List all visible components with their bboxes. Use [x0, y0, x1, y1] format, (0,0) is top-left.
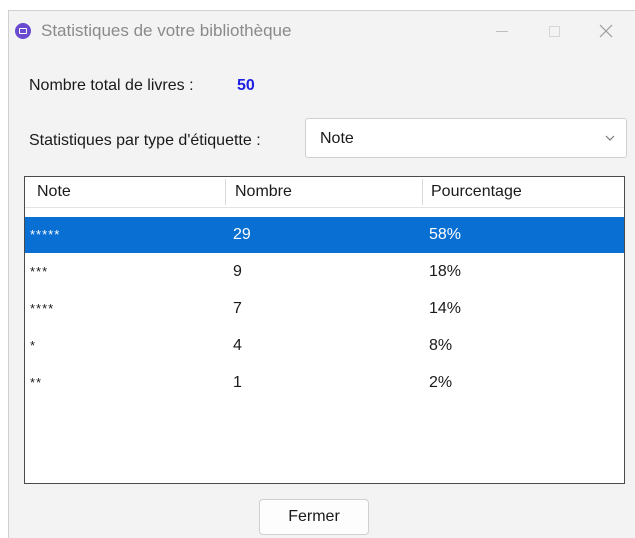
cell-count: 1: [233, 374, 242, 391]
table-row[interactable]: *** 9 18%: [25, 254, 624, 290]
column-header-count[interactable]: Nombre: [235, 177, 292, 207]
cell-percent: 8%: [429, 337, 453, 354]
cell-note: ***: [30, 264, 49, 279]
statistics-table: Note Nombre Pourcentage ***** 29 58% ***…: [24, 176, 625, 484]
table-row[interactable]: * 4 8%: [25, 328, 624, 364]
column-header-percent[interactable]: Pourcentage: [431, 177, 522, 207]
table-row[interactable]: ***** 29 58%: [25, 217, 624, 253]
cell-note: *****: [30, 227, 61, 242]
table-row[interactable]: ** 1 2%: [25, 365, 624, 401]
table-row[interactable]: **** 7 14%: [25, 291, 624, 327]
cell-percent: 14%: [429, 300, 462, 317]
cell-percent: 2%: [429, 374, 453, 391]
cell-count: 29: [233, 226, 251, 243]
tag-type-selected-value: Note: [320, 130, 354, 147]
title-bar[interactable]: Statistiques de votre bibliothèque: [9, 11, 635, 53]
cell-percent: 18%: [429, 263, 462, 280]
close-window-button[interactable]: [591, 19, 621, 43]
chevron-down-icon: [605, 135, 615, 141]
app-icon: [15, 23, 31, 39]
column-header-note[interactable]: Note: [37, 177, 71, 207]
close-icon: [599, 24, 613, 38]
cell-count: 4: [233, 337, 242, 354]
cell-count: 9: [233, 263, 242, 280]
tag-type-label: Statistiques par type d'étiquette :: [29, 132, 261, 149]
cell-count: 7: [233, 300, 242, 317]
cell-note: ****: [30, 301, 55, 316]
close-button[interactable]: Fermer: [259, 499, 369, 535]
total-books-label: Nombre total de livres :: [29, 77, 194, 94]
minimize-button[interactable]: [487, 19, 517, 43]
cell-percent: 58%: [429, 226, 462, 243]
total-books-value: 50: [237, 77, 255, 94]
table-header: Note Nombre Pourcentage: [25, 177, 624, 208]
column-divider[interactable]: [422, 179, 423, 205]
statistics-dialog: Statistiques de votre bibliothèque Nombr…: [8, 10, 635, 538]
window-title: Statistiques de votre bibliothèque: [41, 21, 292, 40]
cell-note: **: [30, 375, 43, 390]
column-divider[interactable]: [225, 179, 226, 205]
maximize-button[interactable]: [539, 19, 569, 43]
cell-note: *: [30, 338, 37, 353]
tag-type-select[interactable]: Note: [305, 118, 627, 158]
